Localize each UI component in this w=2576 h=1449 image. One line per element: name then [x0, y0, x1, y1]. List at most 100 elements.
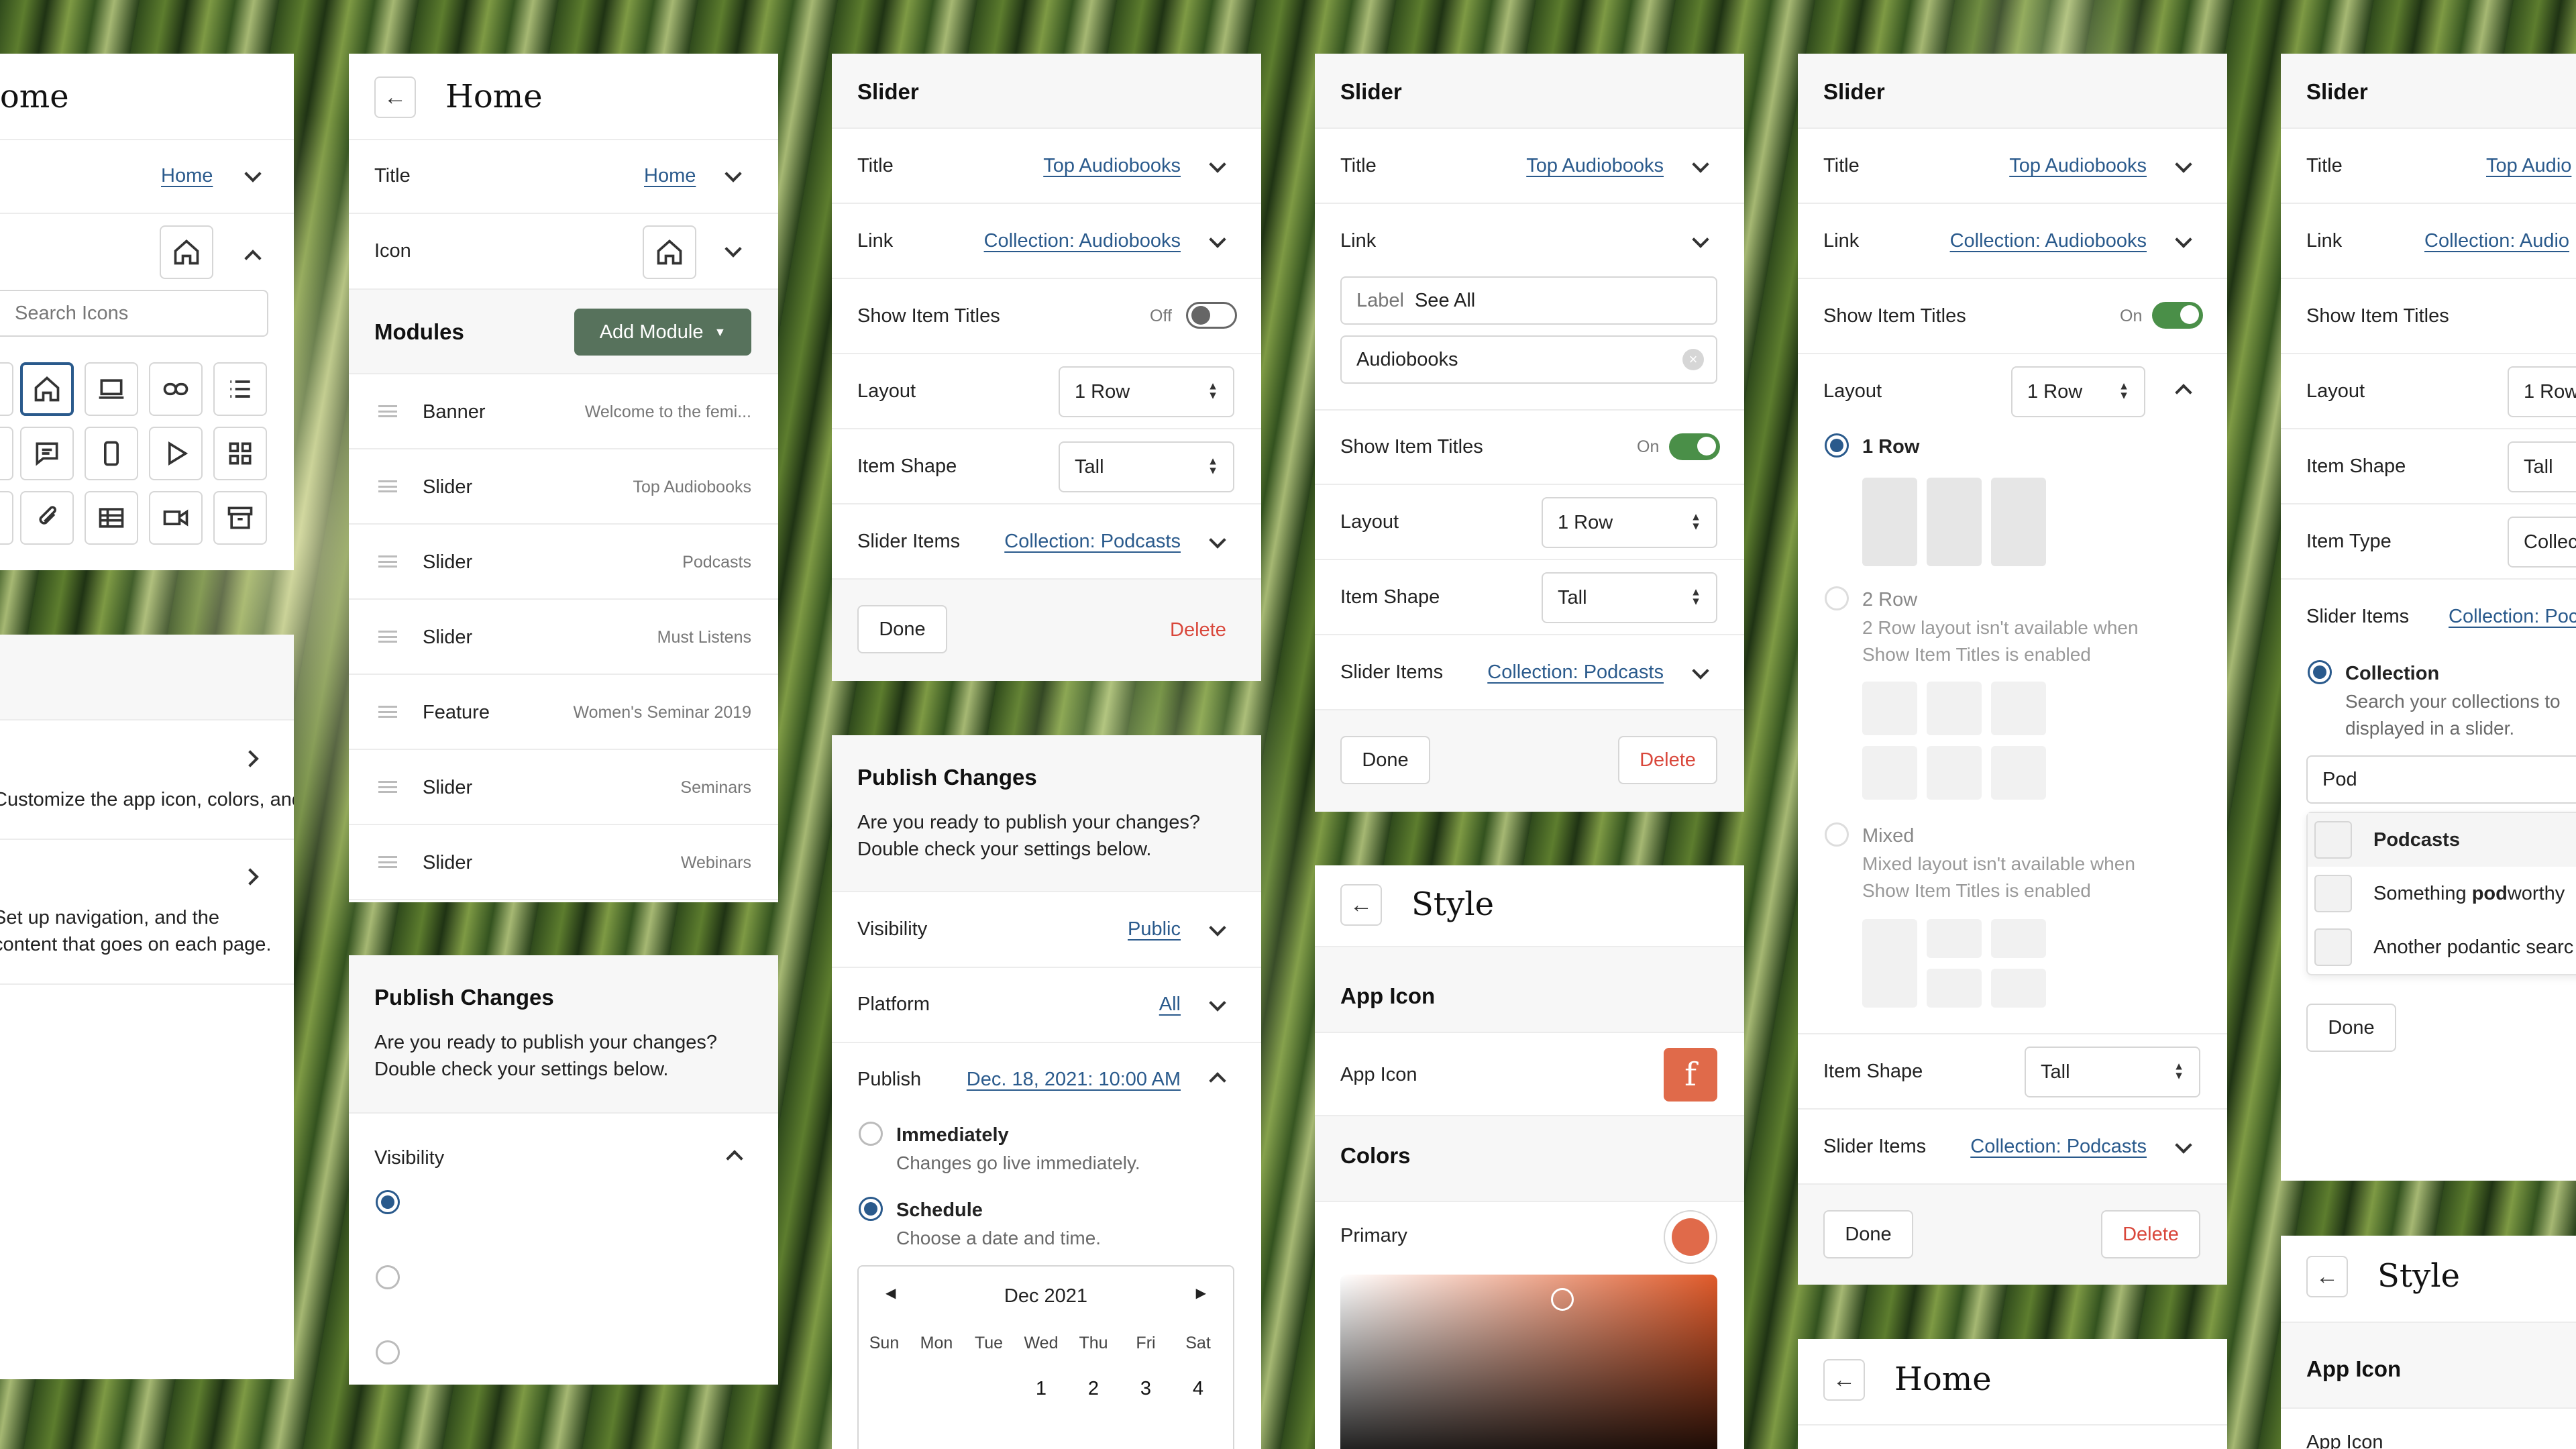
- chevron-down-icon[interactable]: [724, 240, 742, 258]
- app-icon-preview[interactable]: f: [1664, 1048, 1717, 1102]
- calendar-day[interactable]: 2: [1073, 1378, 1114, 1400]
- color-picker-area[interactable]: [1340, 1275, 1717, 1449]
- chevron-down-icon[interactable]: [2175, 231, 2192, 248]
- list-icon[interactable]: [213, 362, 267, 416]
- drag-handle-icon[interactable]: [378, 405, 397, 417]
- item-shape-select[interactable]: Tall ▲ ▼: [1059, 441, 1234, 492]
- item-shape-select[interactable]: Tall ▲ ▼: [2025, 1046, 2200, 1097]
- title-value-link[interactable]: Top Audio: [2486, 156, 2571, 176]
- drag-handle-icon[interactable]: [378, 781, 397, 793]
- video-icon[interactable]: [149, 491, 203, 545]
- phone-icon[interactable]: [85, 427, 138, 480]
- item-shape-select[interactable]: Tall ▲ ▼: [1542, 572, 1717, 623]
- show-item-titles-toggle[interactable]: [1669, 433, 1720, 460]
- module-row[interactable]: Slider Podcasts: [349, 525, 778, 600]
- collection-search-input[interactable]: Pod: [2306, 755, 2576, 804]
- layout-select[interactable]: 1 Row: [2508, 366, 2576, 417]
- chevron-right-icon[interactable]: [241, 750, 259, 767]
- immediately-radio[interactable]: [859, 1122, 883, 1146]
- show-item-titles-toggle[interactable]: [2152, 302, 2203, 329]
- selected-icon-preview[interactable]: [160, 225, 213, 279]
- chevron-down-icon[interactable]: [1692, 662, 1709, 680]
- module-row[interactable]: Slider Must Listens: [349, 600, 778, 675]
- paid-radio[interactable]: [376, 1340, 400, 1364]
- public-radio[interactable]: [376, 1190, 400, 1214]
- slider-items-link[interactable]: Collection: Podcasts: [1970, 1137, 2147, 1157]
- chevron-down-icon[interactable]: [1209, 994, 1226, 1012]
- back-arrow-icon[interactable]: ←: [374, 76, 416, 118]
- next-month-icon[interactable]: ▶: [1196, 1287, 1206, 1300]
- chevron-down-icon[interactable]: [1692, 231, 1709, 248]
- visibility-value-link[interactable]: Public: [1128, 920, 1181, 939]
- home-icon[interactable]: [643, 225, 696, 279]
- clear-icon[interactable]: ×: [1682, 349, 1704, 370]
- chevron-down-icon[interactable]: [1209, 231, 1226, 248]
- done-button[interactable]: Done: [1340, 736, 1430, 784]
- icon-search-input[interactable]: Search Icons: [0, 290, 268, 337]
- module-row[interactable]: Slider Webinars: [349, 825, 778, 900]
- layout-select[interactable]: 1 Row ▲ ▼: [1542, 497, 1717, 548]
- title-value-link[interactable]: Top Audiobooks: [1526, 156, 1664, 176]
- back-arrow-icon[interactable]: ←: [2306, 1256, 2348, 1297]
- drag-handle-icon[interactable]: [378, 706, 397, 718]
- back-arrow-icon[interactable]: ←: [1340, 884, 1382, 926]
- icon-option-partial[interactable]: [0, 362, 13, 416]
- chevron-up-icon[interactable]: [244, 250, 262, 267]
- title-value-link[interactable]: Home: [644, 166, 696, 186]
- calendar-day[interactable]: 3: [1126, 1378, 1166, 1400]
- chevron-up-icon[interactable]: [1209, 1072, 1226, 1089]
- delete-button[interactable]: Delete: [1618, 736, 1717, 784]
- chevron-up-icon[interactable]: [726, 1150, 743, 1167]
- search-result-item[interactable]: Another podantic searc: [2308, 920, 2576, 974]
- done-button[interactable]: Done: [1823, 1210, 1913, 1258]
- search-result-item[interactable]: Podcasts: [2308, 813, 2576, 867]
- chevron-up-icon[interactable]: [2175, 384, 2192, 401]
- drag-handle-icon[interactable]: [378, 856, 397, 868]
- chevron-down-icon[interactable]: [2175, 1136, 2192, 1154]
- collection-radio[interactable]: [2308, 660, 2332, 684]
- message-icon[interactable]: [20, 427, 74, 480]
- link-value-link[interactable]: Collection: Audiobooks: [1950, 231, 2147, 251]
- chevron-down-icon[interactable]: [1692, 156, 1709, 173]
- archive-icon[interactable]: [213, 491, 267, 545]
- grid-icon[interactable]: [213, 427, 267, 480]
- one-row-radio[interactable]: [1825, 433, 1849, 458]
- publish-date-link[interactable]: Dec. 18, 2021: 10:00 AM: [967, 1070, 1181, 1089]
- laptop-icon[interactable]: [85, 362, 138, 416]
- paperclip-icon[interactable]: [20, 491, 74, 545]
- delete-button[interactable]: Delete: [1170, 621, 1226, 640]
- chevron-down-icon[interactable]: [2175, 156, 2192, 173]
- delete-button[interactable]: Delete: [2101, 1210, 2200, 1258]
- drag-handle-icon[interactable]: [378, 631, 397, 643]
- icon-option-partial[interactable]: [0, 491, 13, 545]
- link-collection-field[interactable]: Audiobooks ×: [1340, 335, 1717, 384]
- chevron-down-icon[interactable]: [1209, 531, 1226, 549]
- slider-items-link[interactable]: Collection: Podcasts: [1004, 532, 1181, 551]
- protected-radio[interactable]: [376, 1265, 400, 1289]
- link-value-link[interactable]: Collection: Audiobooks: [984, 231, 1181, 251]
- calendar-day[interactable]: 4: [1178, 1378, 1218, 1400]
- color-picker-handle[interactable]: [1551, 1288, 1574, 1311]
- schedule-radio[interactable]: [859, 1197, 883, 1221]
- module-row[interactable]: Feature Women's Seminar 2019: [349, 675, 778, 750]
- module-row[interactable]: Banner Welcome to the femi...: [349, 374, 778, 449]
- add-module-button[interactable]: Add Module ▼: [574, 309, 751, 356]
- link-icon[interactable]: [149, 362, 203, 416]
- home-icon[interactable]: [20, 362, 74, 416]
- show-item-titles-toggle[interactable]: [1186, 302, 1237, 329]
- chevron-down-icon[interactable]: [1209, 919, 1226, 936]
- title-value-link[interactable]: Top Audiobooks: [2009, 156, 2147, 176]
- slider-items-link[interactable]: Collection: Poc: [2449, 607, 2576, 627]
- chevron-right-icon[interactable]: [241, 868, 259, 885]
- item-shape-select[interactable]: Tall: [2508, 441, 2576, 492]
- module-row[interactable]: Slider Top Audiobooks: [349, 449, 778, 525]
- chevron-down-icon[interactable]: [244, 165, 262, 182]
- icon-option-partial[interactable]: [0, 427, 13, 480]
- drag-handle-icon[interactable]: [378, 480, 397, 492]
- primary-color-swatch[interactable]: [1664, 1210, 1717, 1264]
- title-value-link[interactable]: Home: [161, 166, 213, 186]
- drag-handle-icon[interactable]: [378, 555, 397, 568]
- item-type-select[interactable]: Collec: [2508, 517, 2576, 568]
- link-label-field[interactable]: Label See All: [1340, 276, 1717, 325]
- chevron-down-icon[interactable]: [1209, 156, 1226, 173]
